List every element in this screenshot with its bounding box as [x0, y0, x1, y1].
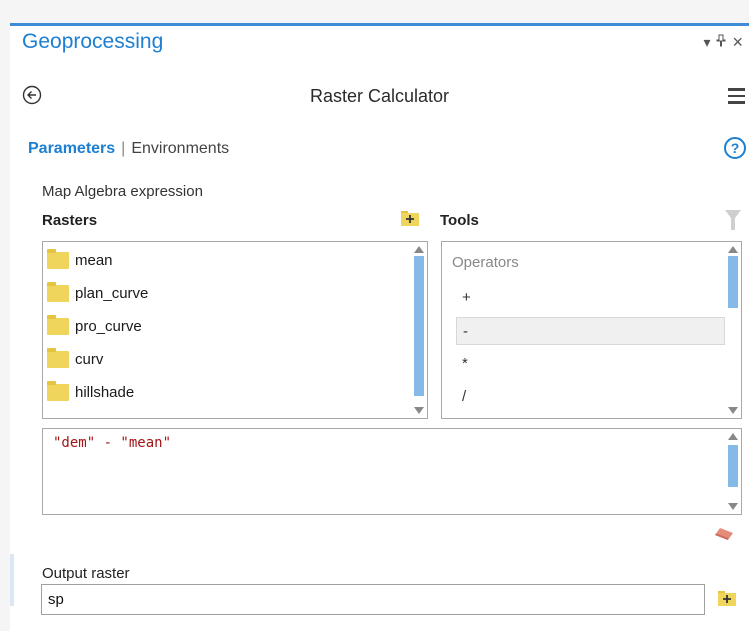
scroll-up-arrow[interactable] [728, 433, 738, 440]
folder-icon [47, 281, 69, 302]
raster-item-label: mean [75, 251, 113, 269]
rasters-list[interactable]: mean plan_curve pro_curvecurv hillshade [42, 241, 428, 419]
help-icon[interactable]: ? [724, 137, 746, 159]
tools-list[interactable]: Operators + - * / [441, 241, 742, 419]
parameter-tabs: Parameters | Environments [28, 140, 229, 158]
raster-item-label: hillshade [75, 383, 135, 401]
folder-icon [47, 248, 69, 269]
scroll-down-arrow[interactable] [414, 407, 424, 414]
tools-header: Tools [440, 212, 479, 229]
tab-environments[interactable]: Environments [131, 140, 229, 157]
raster-item[interactable]: pro_curve [47, 312, 142, 340]
raster-item-label: pro_curve [75, 317, 142, 335]
raster-item[interactable]: curv [47, 345, 103, 373]
folder-icon [47, 380, 69, 401]
scroll-thumb[interactable] [728, 445, 738, 487]
output-raster-input[interactable] [41, 584, 705, 615]
tool-title: Raster Calculator [309, 86, 450, 106]
folder-icon [47, 314, 69, 335]
map-algebra-label: Map Algebra expression [42, 183, 203, 200]
tools-scrollbar[interactable] [727, 244, 739, 416]
operator-item[interactable]: + [456, 284, 725, 312]
pin-icon[interactable] [716, 34, 726, 50]
output-accent-bar [10, 554, 14, 606]
geoprocessing-pane: Geoprocessing ▾ × Raster Calculator Para… [10, 23, 749, 631]
rasters-header: Rasters [42, 212, 98, 229]
scroll-up-arrow[interactable] [728, 246, 738, 253]
raster-item-label: plan_curve [75, 284, 149, 302]
filter-icon[interactable] [725, 209, 741, 231]
tab-separator: | [121, 140, 126, 157]
pane-title: Geoprocessing [22, 30, 164, 53]
operator-item[interactable]: / [456, 383, 725, 411]
scroll-down-arrow[interactable] [728, 503, 738, 510]
operators-label: Operators [452, 254, 519, 271]
expression-editor[interactable]: "dem" - "mean" [42, 428, 742, 515]
folder-icon [47, 347, 69, 368]
scroll-up-arrow[interactable] [414, 246, 424, 253]
rasters-scrollbar[interactable] [413, 244, 425, 416]
output-raster-label: Output raster [42, 565, 130, 582]
scroll-thumb[interactable] [414, 256, 424, 396]
pane-controls: ▾ × [703, 33, 743, 51]
browse-output-icon[interactable] [717, 589, 737, 607]
expression-text[interactable]: "dem" - "mean" [53, 435, 171, 451]
raster-item[interactable]: mean [47, 246, 113, 274]
expression-scrollbar[interactable] [727, 431, 739, 512]
scroll-thumb[interactable] [728, 256, 738, 308]
raster-item[interactable]: hillshade [47, 378, 134, 406]
close-icon[interactable]: × [732, 33, 743, 51]
scroll-down-arrow[interactable] [728, 407, 738, 414]
raster-item[interactable]: plan_curve [47, 279, 148, 307]
operator-item[interactable]: * [456, 350, 725, 378]
operator-item[interactable]: - [456, 317, 725, 345]
eraser-icon[interactable] [714, 527, 734, 541]
pane-dropdown-icon[interactable]: ▾ [703, 35, 710, 49]
raster-item-label: curv [75, 350, 104, 368]
tab-parameters[interactable]: Parameters [28, 140, 115, 157]
add-raster-icon[interactable] [400, 209, 420, 227]
hamburger-menu-icon[interactable] [728, 88, 745, 104]
